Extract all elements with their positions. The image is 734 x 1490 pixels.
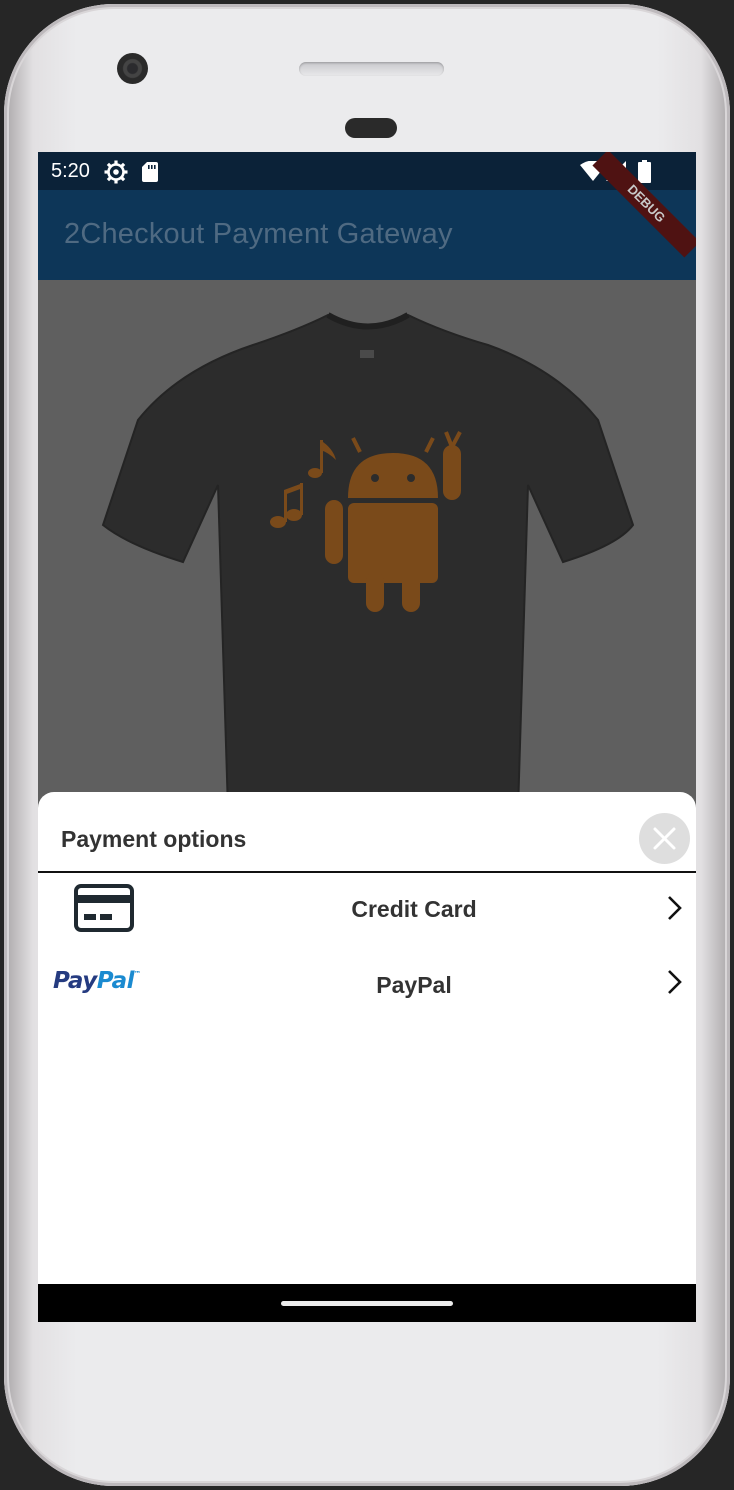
- sheet-title: Payment options: [61, 826, 247, 852]
- navigation-bar: [38, 1284, 696, 1322]
- sheet-divider: [38, 871, 696, 873]
- app-title: 2Checkout Payment Gateway: [64, 218, 453, 250]
- status-time: 5:20: [51, 160, 90, 182]
- gear-icon: [104, 160, 128, 184]
- device-screen: 5:20 2Checkout Payment Gateway DEBUG Pay…: [38, 152, 696, 1322]
- close-icon: [653, 827, 676, 850]
- chevron-right-icon: [668, 970, 682, 994]
- front-camera: [117, 53, 148, 84]
- paypal-option[interactable]: PayPal™ PayPal: [38, 951, 696, 1021]
- paypal-label: PayPal: [376, 972, 452, 998]
- payment-options-sheet: Payment options Credit Card PayPal™ PayP…: [38, 792, 696, 1284]
- chevron-right-icon: [668, 896, 682, 920]
- product-tshirt-image: [101, 312, 635, 810]
- credit-card-label: Credit Card: [351, 896, 477, 922]
- battery-icon: [638, 160, 651, 183]
- close-button[interactable]: [639, 813, 690, 864]
- earpiece-speaker: [299, 62, 444, 76]
- credit-card-option[interactable]: Credit Card: [38, 875, 696, 945]
- sd-card-icon: [142, 162, 158, 182]
- app-bar: 2Checkout Payment Gateway: [38, 190, 696, 280]
- home-gesture-pill[interactable]: [281, 1301, 453, 1306]
- proximity-sensor: [345, 118, 397, 138]
